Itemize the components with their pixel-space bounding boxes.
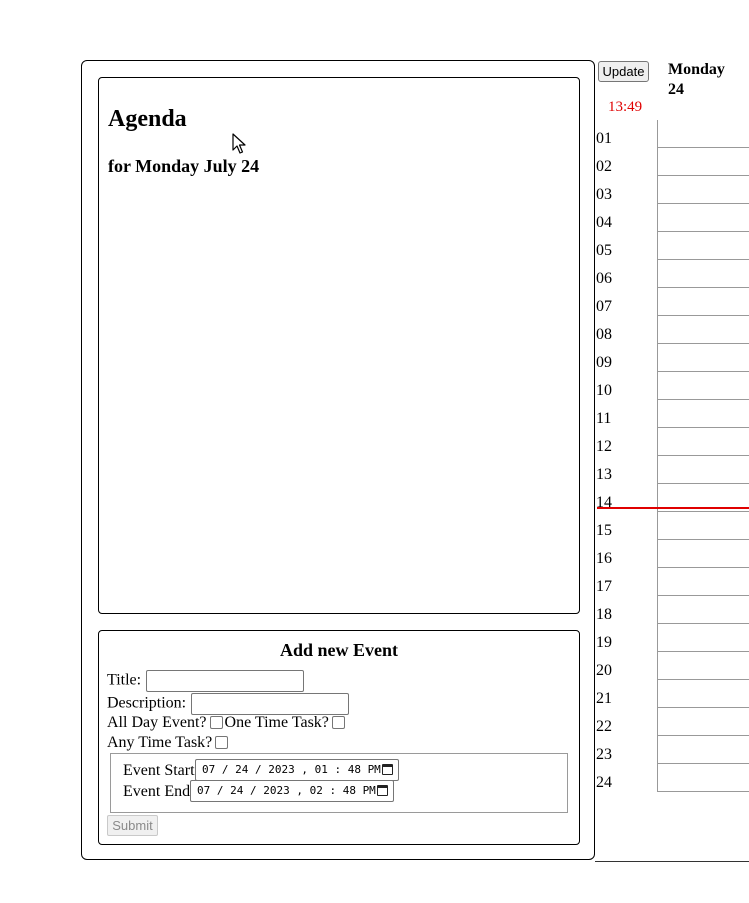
- agenda-subtitle: for Monday July 24: [108, 156, 260, 176]
- calendar-icon[interactable]: [377, 785, 388, 796]
- current-time-line: [597, 507, 749, 509]
- all-day-checkbox[interactable]: [209, 715, 223, 729]
- hour-label: 22: [596, 718, 612, 735]
- hour-label: 10: [596, 382, 612, 399]
- hour-slot[interactable]: [657, 679, 749, 680]
- description-input[interactable]: [191, 693, 350, 715]
- hour-slot[interactable]: [657, 511, 749, 512]
- calendar-icon[interactable]: [382, 764, 393, 775]
- hour-label: 19: [596, 634, 612, 651]
- event-start-row: Event Start 07 / 24 / 2023 , 01 : 48 PM: [123, 759, 399, 781]
- hour-slot[interactable]: [657, 175, 749, 176]
- hour-slot[interactable]: [657, 343, 749, 344]
- day-number: 24: [668, 81, 684, 98]
- hour-label: 07: [596, 298, 612, 315]
- hour-label: 01: [596, 130, 612, 147]
- event-start-value: 07 / 24 / 2023 , 01 : 48 PM: [202, 763, 381, 776]
- event-end-row: Event End 07 / 24 / 2023 , 02 : 48 PM: [123, 780, 394, 802]
- one-time-label: One Time Task?: [224, 714, 329, 731]
- description-row: Description:: [107, 693, 350, 715]
- any-time-checkbox[interactable]: [215, 735, 229, 749]
- hour-label: 24: [596, 774, 612, 791]
- hour-label: 13: [596, 466, 612, 483]
- one-time-checkbox[interactable]: [331, 715, 345, 729]
- hour-label: 23: [596, 746, 612, 763]
- agenda-title: Agenda: [108, 106, 187, 132]
- hour-slot[interactable]: [657, 707, 749, 708]
- current-time: 13:49: [608, 99, 643, 115]
- hour-slot[interactable]: [657, 455, 749, 456]
- hour-slot[interactable]: [657, 567, 749, 568]
- hour-slot[interactable]: [657, 595, 749, 596]
- any-time-row: Any Time Task?: [107, 734, 230, 752]
- hour-label: 11: [596, 410, 612, 427]
- event-start-label: Event Start: [123, 762, 195, 779]
- title-row: Title:: [107, 670, 305, 692]
- hour-label: 02: [596, 158, 612, 175]
- hour-label: 09: [596, 354, 612, 371]
- event-end-input[interactable]: 07 / 24 / 2023 , 02 : 48 PM: [190, 780, 394, 802]
- hour-label: 16: [596, 550, 612, 567]
- title-label: Title:: [107, 671, 142, 689]
- hour-slot[interactable]: [657, 427, 749, 428]
- hour-slot[interactable]: [657, 651, 749, 652]
- hour-label: 15: [596, 522, 612, 539]
- hour-slot[interactable]: [657, 231, 749, 232]
- hour-label: 12: [596, 438, 612, 455]
- time-column-divider: [657, 120, 658, 792]
- hour-slot[interactable]: [657, 259, 749, 260]
- hour-label: 05: [596, 242, 612, 259]
- day-name: Monday: [668, 61, 725, 78]
- hour-slot[interactable]: [657, 539, 749, 540]
- update-button[interactable]: Update: [598, 61, 649, 82]
- hour-slot[interactable]: [657, 791, 749, 792]
- hour-slot[interactable]: [657, 763, 749, 764]
- hour-slot[interactable]: [657, 623, 749, 624]
- hour-label: 08: [596, 326, 612, 343]
- any-time-label: Any Time Task?: [107, 734, 213, 751]
- title-input[interactable]: [146, 670, 305, 692]
- hour-label: 03: [596, 186, 612, 203]
- hour-label: 17: [596, 578, 612, 595]
- hour-slot[interactable]: [657, 371, 749, 372]
- task-options-row: All Day Event? One Time Task?: [107, 714, 347, 732]
- hour-label: 18: [596, 606, 612, 623]
- mouse-cursor-icon: [232, 133, 246, 154]
- hour-label: 21: [596, 690, 612, 707]
- description-label: Description:: [107, 694, 187, 712]
- hour-label: 06: [596, 270, 612, 287]
- hour-slot[interactable]: [657, 315, 749, 316]
- event-end-value: 07 / 24 / 2023 , 02 : 48 PM: [197, 784, 376, 797]
- event-start-input[interactable]: 07 / 24 / 2023 , 01 : 48 PM: [195, 759, 399, 781]
- hour-slot[interactable]: [657, 287, 749, 288]
- calendar-bottom-border: [595, 861, 749, 862]
- event-end-label: Event End: [123, 783, 191, 800]
- hour-slot[interactable]: [657, 399, 749, 400]
- hour-label: 04: [596, 214, 612, 231]
- all-day-label: All Day Event?: [107, 714, 207, 731]
- hour-slot[interactable]: [657, 203, 749, 204]
- submit-button[interactable]: Submit: [107, 815, 158, 836]
- add-event-heading: Add new Event: [279, 640, 399, 660]
- hour-slot[interactable]: [657, 483, 749, 484]
- hour-slot[interactable]: [657, 147, 749, 148]
- hour-label: 20: [596, 662, 612, 679]
- hour-slot[interactable]: [657, 735, 749, 736]
